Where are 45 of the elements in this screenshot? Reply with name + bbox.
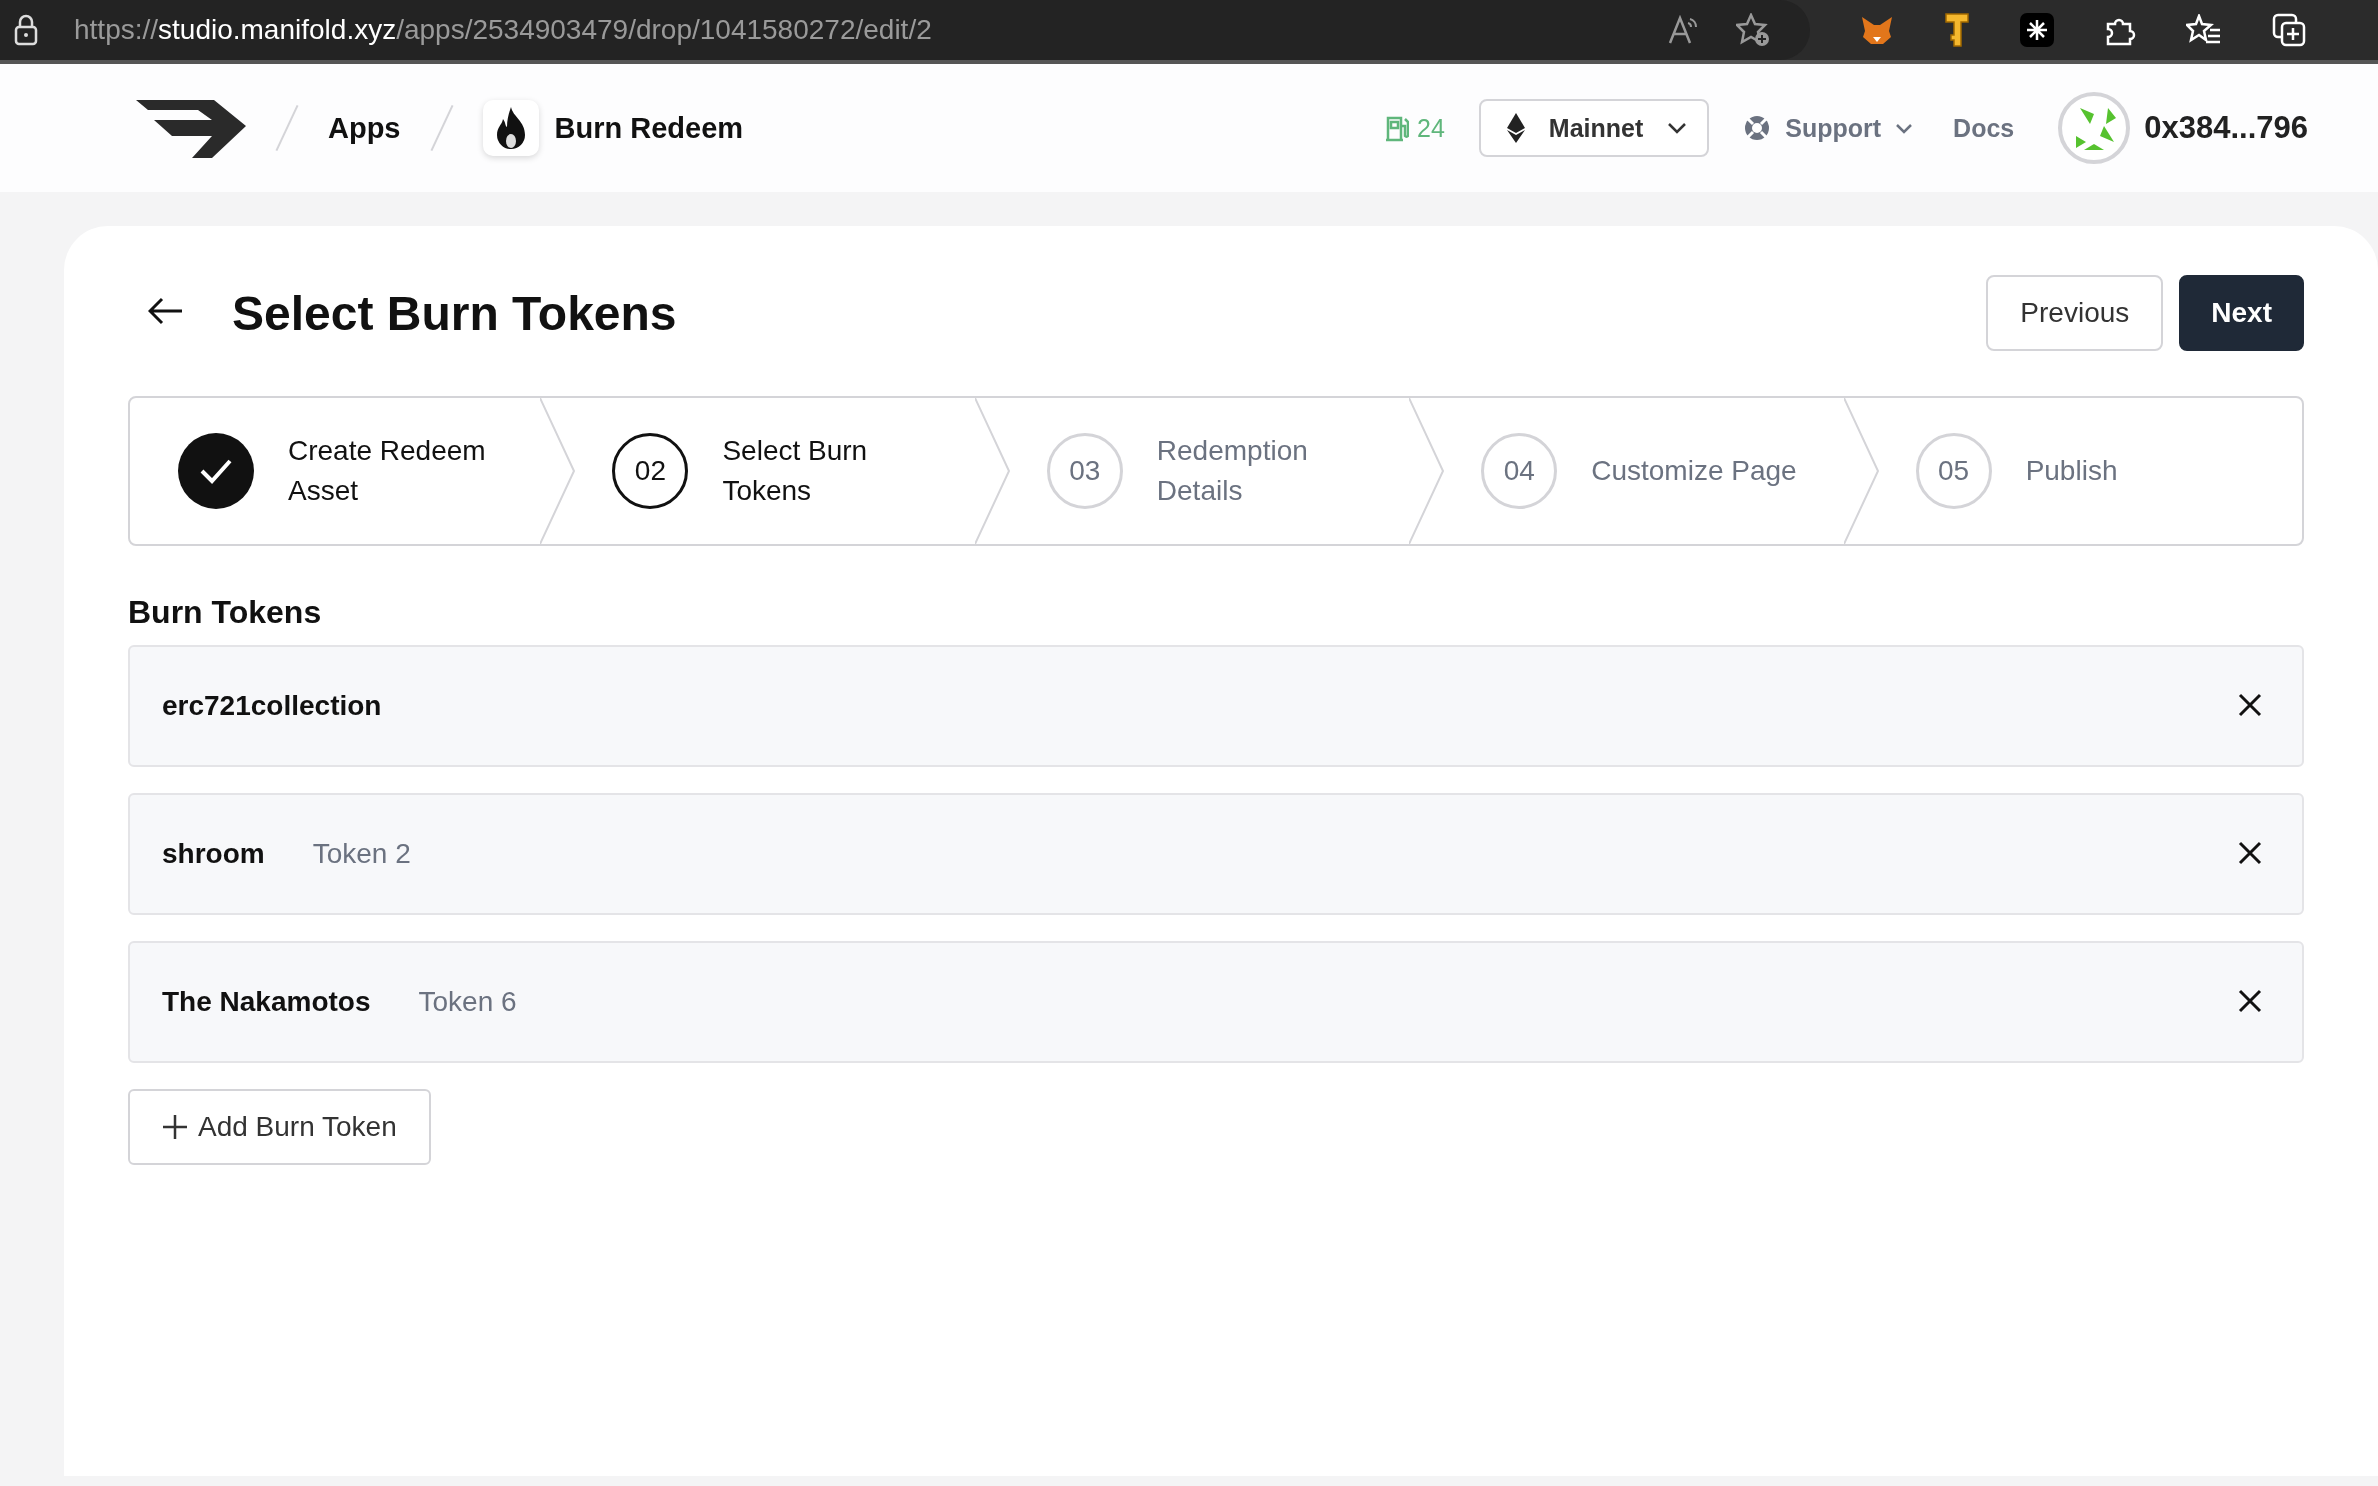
next-button[interactable]: Next (2179, 275, 2304, 351)
fuel-pump-icon (1385, 114, 1409, 142)
chevron-down-icon (1667, 122, 1688, 134)
token-name: The Nakamotos (162, 986, 371, 1018)
lifebuoy-icon (1743, 114, 1772, 142)
step-label: Select Burn Tokens (722, 434, 869, 508)
step-number: 04 (1481, 433, 1558, 509)
token-id: Token 6 (418, 986, 518, 1018)
star-plus-icon (1736, 13, 1770, 47)
fox-extension-icon (1860, 15, 1894, 45)
key-extension-icon (1944, 12, 1970, 48)
collections-icon (2272, 13, 2306, 47)
read-aloud-icon (1668, 15, 1700, 45)
docs-link[interactable]: Docs (1953, 113, 2015, 143)
token-name: shroom (162, 838, 265, 870)
section-heading: Burn Tokens (128, 594, 323, 631)
step-label: Create Redeem Asset (288, 434, 487, 508)
add-favorite-button[interactable] (1736, 13, 1770, 47)
snowflake-extension-icon (2020, 13, 2054, 47)
step-number: 02 (612, 433, 689, 509)
favorites-list-icon (2186, 14, 2222, 46)
step-number: 05 (1915, 433, 1992, 509)
breadcrumb-link[interactable]: Apps (328, 111, 401, 145)
plus-icon (162, 1114, 188, 1140)
previous-button[interactable]: Previous (1986, 275, 2164, 351)
support-menu[interactable]: Support (1743, 113, 1914, 143)
flame-app-icon (482, 100, 539, 156)
checkmark-icon (199, 458, 233, 484)
token-id: Token 2 (312, 838, 412, 870)
step-label: Redemption Details (1156, 434, 1309, 508)
token-name: erc721collection (162, 690, 382, 722)
add-burn-token-button[interactable]: Add Burn Token (128, 1089, 431, 1165)
network-dropdown[interactable]: Mainnet (1478, 99, 1710, 157)
logo-icon (136, 98, 246, 158)
lock-icon (14, 14, 38, 46)
chevron-down-icon (1895, 122, 1914, 134)
breadcrumb-link[interactable]: Burn Redeem (554, 111, 744, 145)
gas-price: 24 (1385, 113, 1445, 143)
step-number: 03 (1046, 433, 1123, 509)
page-title: Select Burn Tokens (232, 285, 678, 341)
step-label: Customize Page (1591, 454, 1798, 488)
wallet-address[interactable]: 0x384...796 (2144, 110, 2308, 146)
step-label: Publish (2025, 454, 2119, 488)
ethereum-icon (1506, 113, 1525, 143)
read-aloud-button[interactable] (1668, 15, 1700, 45)
